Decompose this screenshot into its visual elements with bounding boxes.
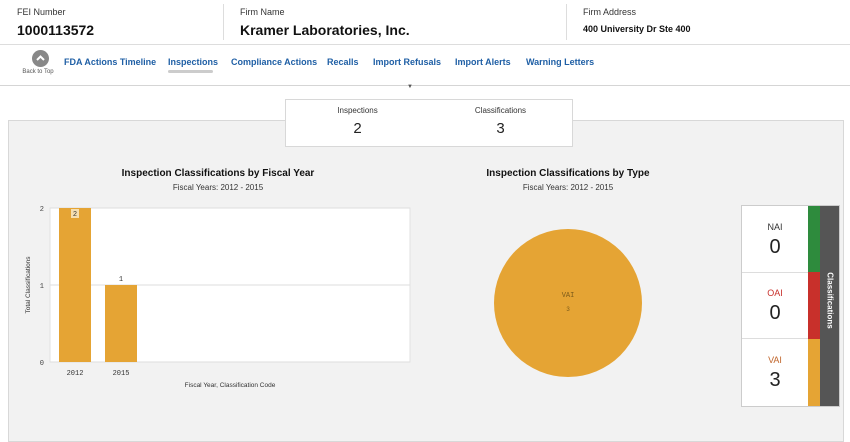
back-to-top-button[interactable]: Back to Top: [22, 50, 58, 75]
firm-name-value: Kramer Laboratories, Inc.: [240, 22, 410, 38]
oai-card[interactable]: OAI 0: [742, 272, 808, 339]
y-tick-label: 2: [40, 206, 44, 214]
data-label: 1: [119, 276, 123, 284]
pie-slice-value: 3: [566, 306, 570, 313]
nav-fda-actions-timeline[interactable]: FDA Actions Timeline: [64, 57, 156, 67]
classifications-tab-label: Classifications: [825, 272, 835, 329]
pie-slice-label: VAI: [562, 292, 575, 300]
classifications-tab[interactable]: Classifications: [820, 206, 839, 406]
chevron-up-icon: [31, 50, 49, 67]
pie-chart-title: Inspection Classifications by Type: [486, 168, 650, 179]
firm-address-cell: Firm Address 400 University Dr Ste 400: [583, 0, 691, 44]
back-to-top-label: Back to Top: [22, 69, 54, 75]
x-axis-label: Fiscal Year, Classification Code: [185, 382, 276, 389]
pie-chart-subtitle: Fiscal Years: 2012 - 2015: [522, 183, 614, 192]
nav-import-refusals[interactable]: Import Refusals: [373, 57, 441, 67]
nav-import-alerts[interactable]: Import Alerts: [455, 57, 511, 67]
nai-card[interactable]: NAI 0: [742, 206, 808, 273]
data-label: 2: [73, 211, 77, 219]
nav-warning-letters[interactable]: Warning Letters: [526, 57, 594, 67]
oai-stripe: [808, 272, 820, 339]
vai-card[interactable]: VAI 3: [742, 339, 808, 405]
vai-value: 3: [769, 369, 781, 391]
nav-recalls[interactable]: Recalls: [327, 57, 359, 67]
x-tick-label: 2015: [113, 370, 130, 378]
inspections-count: Inspections 2: [286, 106, 429, 137]
firm-name-cell: Firm Name Kramer Laboratories, Inc.: [240, 0, 410, 44]
fei-value: 1000113572: [17, 22, 95, 38]
caret-down-icon: ▼: [407, 84, 413, 90]
classifications-count-value: 3: [496, 120, 505, 137]
firm-header: FEI Number 1000113572 Firm Name Kramer L…: [0, 0, 850, 45]
firm-address-label: Firm Address: [583, 7, 637, 17]
oai-value: 0: [769, 302, 781, 324]
bar-2012: [59, 208, 91, 362]
header-divider: [223, 4, 224, 40]
nav-inspections[interactable]: Inspections: [168, 57, 218, 67]
fei-cell: FEI Number 1000113572: [17, 0, 94, 44]
fei-label: FEI Number: [17, 7, 66, 17]
bar-chart-title: Inspection Classifications by Fiscal Yea…: [121, 168, 315, 179]
y-tick-label: 0: [40, 360, 44, 368]
y-axis-label: Total Classifications: [25, 256, 32, 314]
inspections-count-label: Inspections: [337, 106, 378, 115]
classifications-count-label: Classifications: [474, 106, 527, 115]
firm-address-value: 400 University Dr Ste 400: [583, 24, 691, 34]
pie-slice-vai[interactable]: [494, 229, 642, 377]
classification-cards: NAI 0 OAI 0 VAI 3 Classifications: [741, 205, 840, 407]
vai-label: VAI: [768, 355, 782, 365]
x-tick-label: 2012: [67, 370, 84, 378]
bar-2015: [105, 285, 137, 362]
active-tab-indicator: [168, 70, 213, 73]
y-tick-label: 1: [40, 283, 44, 291]
firm-name-label: Firm Name: [240, 7, 285, 17]
nav-compliance-actions[interactable]: Compliance Actions: [231, 57, 317, 67]
inspections-count-value: 2: [353, 120, 362, 137]
vai-stripe: [808, 339, 820, 406]
bar-chart: 0 1 2 2 2012 1 2015 Fiscal Year, Classification…: [25, 206, 411, 389]
nai-value: 0: [769, 236, 781, 258]
nai-stripe: [808, 206, 820, 272]
classifications-count: Classifications 3: [429, 106, 572, 137]
header-divider: [566, 4, 567, 40]
nai-label: NAI: [767, 222, 783, 232]
section-nav: Back to Top FDA Actions Timeline Inspect…: [0, 45, 850, 86]
oai-label: OAI: [767, 288, 783, 298]
pie-chart: VAI 3: [494, 229, 642, 377]
inspection-summary: Inspections 2 Classifications 3: [285, 99, 573, 147]
bar-chart-subtitle: Fiscal Years: 2012 - 2015: [172, 183, 264, 192]
